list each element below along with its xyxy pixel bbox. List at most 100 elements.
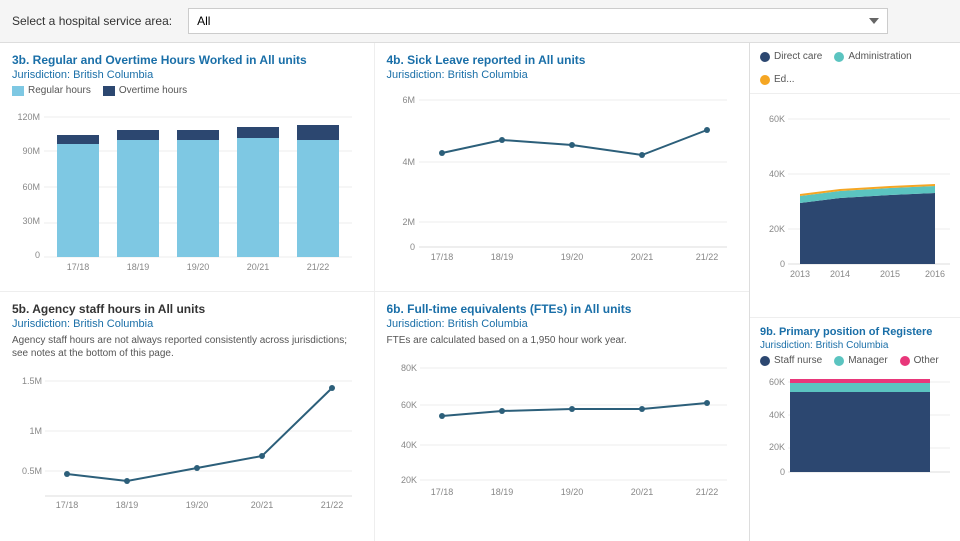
svg-text:1M: 1M bbox=[29, 426, 42, 436]
chart-5b-jurisdiction: Jurisdiction: British Columbia bbox=[12, 318, 362, 330]
overtime-hours-label: Overtime hours bbox=[119, 85, 187, 96]
legend-regular-hours: Regular hours bbox=[12, 85, 91, 96]
other-label: Other bbox=[914, 355, 939, 366]
svg-text:60M: 60M bbox=[22, 182, 40, 192]
svg-text:30M: 30M bbox=[22, 216, 40, 226]
chart-3b-title-highlight: in All units bbox=[246, 53, 307, 67]
svg-text:40K: 40K bbox=[769, 410, 785, 420]
svg-text:20K: 20K bbox=[769, 224, 785, 234]
chart-3b-title: 3b. Regular and Overtime Hours Worked in… bbox=[12, 53, 362, 67]
area-direct-care bbox=[800, 193, 935, 264]
svg-text:40K: 40K bbox=[769, 169, 785, 179]
svg-text:20/21: 20/21 bbox=[247, 262, 270, 272]
chart-3b-title-prefix: 3b. Regular and Overtime Hours Worked bbox=[12, 53, 246, 67]
bar-2-overtime bbox=[117, 130, 159, 140]
bar-5-overtime bbox=[297, 125, 339, 140]
bar-1-overtime bbox=[57, 135, 99, 144]
svg-text:21/22: 21/22 bbox=[695, 252, 718, 262]
legend-direct-care: Direct care bbox=[760, 51, 822, 62]
chart-6b-point-2 bbox=[499, 408, 505, 414]
svg-text:19/20: 19/20 bbox=[560, 487, 583, 497]
chart-6b-highlight: in All units bbox=[571, 302, 632, 316]
svg-text:21/22: 21/22 bbox=[307, 262, 330, 272]
chart-5b-point-5 bbox=[329, 385, 335, 391]
chart-3b-jurisdiction: Jurisdiction: British Columbia bbox=[12, 69, 362, 81]
chart-4b-point-4 bbox=[639, 152, 645, 158]
chart-4b-title-prefix: 4b. Sick Leave reported bbox=[387, 53, 525, 67]
svg-text:20/21: 20/21 bbox=[630, 487, 653, 497]
education-dot bbox=[760, 75, 770, 85]
chart-5b-panel: 5b. Agency staff hours in All units Juri… bbox=[0, 292, 375, 541]
regular-hours-label: Regular hours bbox=[28, 85, 91, 96]
direct-care-label: Direct care bbox=[774, 51, 822, 62]
charts-area: 3b. Regular and Overtime Hours Worked in… bbox=[0, 43, 750, 541]
right-area-chart: 60K 40K 20K 0 bbox=[750, 94, 960, 318]
svg-text:20/21: 20/21 bbox=[251, 500, 274, 510]
chart-5b-subtitle: Agency staff hours are not always report… bbox=[12, 334, 362, 360]
svg-text:21/22: 21/22 bbox=[695, 487, 718, 497]
bar-3-regular bbox=[177, 140, 219, 257]
chart-9b-svg: 60K 40K 20K 0 bbox=[760, 370, 950, 480]
chart-4b-svg: 6M 4M 2M 0 17/18 18/19 bbox=[387, 85, 727, 280]
service-area-select[interactable]: All bbox=[188, 8, 888, 34]
chart-6b-point-1 bbox=[439, 413, 445, 419]
top-bar: Select a hospital service area: All bbox=[0, 0, 960, 43]
service-area-dropdown-container: All bbox=[188, 8, 888, 34]
chart-4b-title: 4b. Sick Leave reported in All units bbox=[387, 53, 738, 67]
administration-dot bbox=[834, 52, 844, 62]
chart-5b-point-3 bbox=[194, 465, 200, 471]
svg-text:2016: 2016 bbox=[925, 269, 945, 279]
svg-text:17/18: 17/18 bbox=[430, 487, 453, 497]
chart-6b-jurisdiction: Jurisdiction: British Columbia bbox=[387, 318, 738, 330]
chart-4b-line bbox=[442, 130, 707, 155]
education-label: Ed... bbox=[774, 74, 795, 85]
manager-dot bbox=[834, 356, 844, 366]
manager-label: Manager bbox=[848, 355, 887, 366]
staff-nurse-dot bbox=[760, 356, 770, 366]
right-area-svg: 60K 40K 20K 0 bbox=[760, 102, 950, 302]
svg-text:6M: 6M bbox=[402, 95, 415, 105]
legend-staff-nurse: Staff nurse bbox=[760, 355, 822, 366]
area-9b-other bbox=[790, 379, 930, 383]
chart-4b-panel: 4b. Sick Leave reported in All units Jur… bbox=[375, 43, 750, 292]
svg-text:60K: 60K bbox=[400, 400, 416, 410]
chart-6b-subtitle: FTEs are calculated based on a 1,950 hou… bbox=[387, 334, 738, 347]
svg-text:18/19: 18/19 bbox=[490, 487, 513, 497]
legend-manager: Manager bbox=[834, 355, 887, 366]
svg-text:2013: 2013 bbox=[790, 269, 810, 279]
chart-6b-title: 6b. Full-time equivalents (FTEs) in All … bbox=[387, 302, 738, 316]
chart-4b-jurisdiction: Jurisdiction: British Columbia bbox=[387, 69, 738, 81]
svg-text:0: 0 bbox=[35, 250, 40, 260]
svg-text:19/20: 19/20 bbox=[187, 262, 210, 272]
chart-4b-point-5 bbox=[704, 127, 710, 133]
bar-2-regular bbox=[117, 140, 159, 257]
legend-other: Other bbox=[900, 355, 939, 366]
area-9b-manager bbox=[790, 383, 930, 392]
svg-text:120M: 120M bbox=[17, 112, 40, 122]
chart-9b-panel: 9b. Primary position of Registere Jurisd… bbox=[750, 318, 960, 541]
chart-9b-highlight: Registere bbox=[882, 326, 932, 338]
chart-5b-title: 5b. Agency staff hours in All units bbox=[12, 302, 362, 316]
administration-label: Administration bbox=[848, 51, 911, 62]
bar-4-regular bbox=[237, 138, 279, 257]
svg-text:18/19: 18/19 bbox=[127, 262, 150, 272]
svg-text:0: 0 bbox=[409, 242, 414, 252]
chart-6b-point-3 bbox=[569, 406, 575, 412]
svg-text:4M: 4M bbox=[402, 157, 415, 167]
chart-4b-point-2 bbox=[499, 137, 505, 143]
overtime-hours-color bbox=[103, 86, 115, 96]
chart-3b-legend: Regular hours Overtime hours bbox=[12, 85, 362, 96]
chart-4b-highlight: in All units bbox=[525, 53, 586, 67]
chart-3b-panel: 3b. Regular and Overtime Hours Worked in… bbox=[0, 43, 375, 292]
chart-6b-panel: 6b. Full-time equivalents (FTEs) in All … bbox=[375, 292, 750, 541]
svg-text:21/22: 21/22 bbox=[321, 500, 344, 510]
svg-text:0: 0 bbox=[780, 259, 785, 269]
svg-text:19/20: 19/20 bbox=[560, 252, 583, 262]
legend-education: Ed... bbox=[760, 74, 795, 85]
staff-nurse-label: Staff nurse bbox=[774, 355, 822, 366]
svg-text:2015: 2015 bbox=[880, 269, 900, 279]
chart-6b-prefix: 6b. Full-time equivalents (FTEs) bbox=[387, 302, 571, 316]
chart-5b-svg: 1.5M 1M 0.5M 17/18 18/19 19/20 20/2 bbox=[12, 366, 352, 511]
chart-5b-point-2 bbox=[124, 478, 130, 484]
chart-9b-jurisdiction: Jurisdiction: British Columbia bbox=[760, 340, 950, 351]
